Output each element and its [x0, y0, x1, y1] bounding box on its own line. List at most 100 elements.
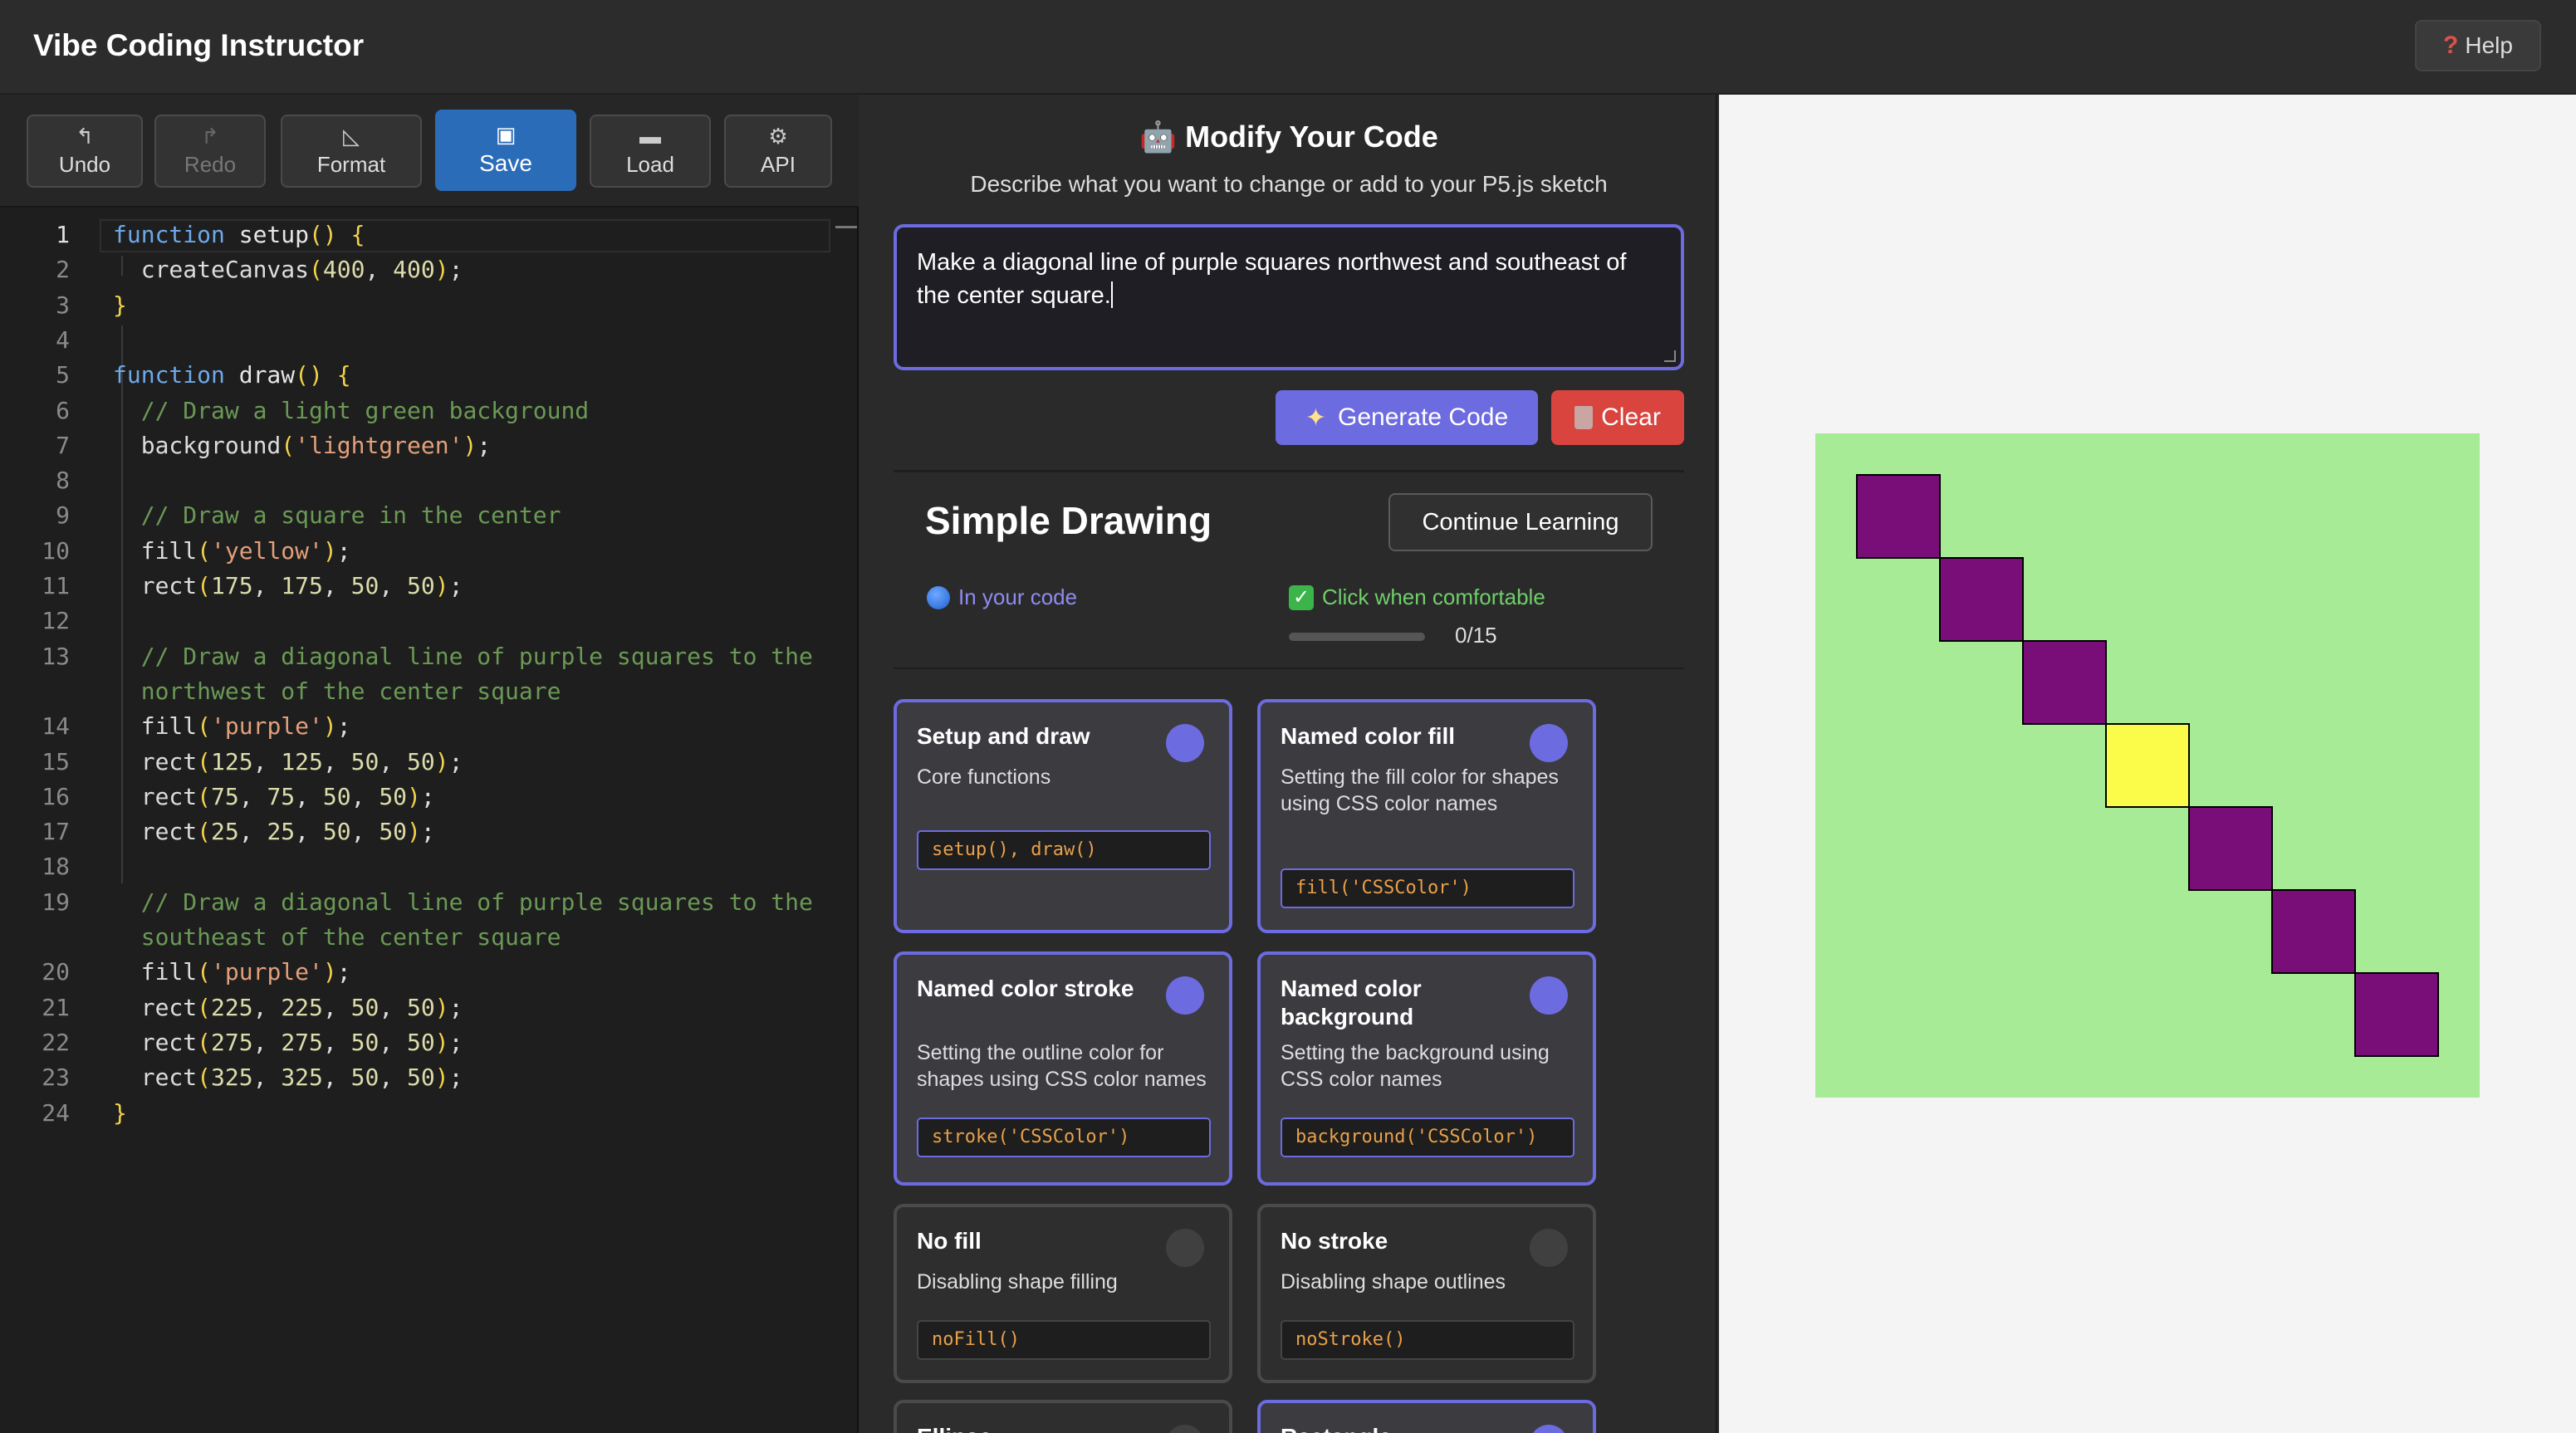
concept-card-description: Disabling shape outlines	[1281, 1270, 1506, 1294]
legend-in-code-label: In your code	[958, 584, 1078, 609]
comfort-toggle[interactable]	[1166, 1425, 1204, 1433]
concept-card-title: No stroke	[1281, 1228, 1388, 1254]
concept-card[interactable]: Rectangle	[1257, 1400, 1596, 1433]
help-button[interactable]: ? Help	[2415, 20, 2541, 71]
code-line: function setup() {	[113, 221, 365, 248]
code-line: // Draw a square in the center	[140, 501, 561, 530]
concept-card-description: Disabling shape filling	[917, 1270, 1118, 1294]
line-number: 20	[42, 958, 70, 986]
concept-card-code: stroke('CSSColor')	[917, 1118, 1211, 1157]
code-editor-pane: ↰ Undo ↱ Redo ◺ Format ▣ Save ▬ Load ⚙ A…	[0, 95, 859, 1433]
concept-card[interactable]: Named color stroke Setting the outline co…	[894, 951, 1232, 1186]
concept-card-code: fill('CSSColor')	[1281, 868, 1574, 908]
canvas-square	[1856, 474, 1941, 559]
modify-title-text: Modify Your Code	[1185, 120, 1438, 154]
line-number: 8	[56, 467, 70, 495]
line-number: 5	[56, 361, 70, 389]
code-line: fill('purple');	[113, 712, 351, 741]
code-line: // Draw a light green background	[140, 396, 590, 424]
blue-circle-icon	[927, 585, 950, 609]
canvas-square	[2354, 972, 2439, 1057]
concept-card[interactable]: Ellipse	[894, 1400, 1232, 1433]
concept-card-code: background('CSSColor')	[1281, 1118, 1574, 1157]
p5-canvas[interactable]	[1815, 433, 2480, 1098]
concept-card-description: Core functions	[917, 765, 1051, 789]
section-divider	[894, 470, 1684, 472]
generate-code-button[interactable]: ✦ Generate Code	[1276, 390, 1538, 445]
concept-card[interactable]: No fill Disabling shape filling noFill()	[894, 1204, 1232, 1383]
redo-label: Redo	[184, 151, 237, 177]
comfort-toggle[interactable]	[1166, 1229, 1204, 1267]
legend-comfortable: ✓ Click when comfortable	[1289, 584, 1545, 610]
code-area[interactable]: 1 2 3 4 5 6 7 8 9 10 11 12 13 14 15 16 17 18 19 20 21 22 23 24 …	[0, 209, 859, 1433]
undo-icon: ↰	[76, 123, 94, 149]
legend-in-code: In your code	[927, 584, 1077, 610]
code-line: rect(275, 275, 50, 50);	[113, 1028, 463, 1056]
line-number: 4	[56, 325, 70, 354]
concept-card-code: noFill()	[917, 1320, 1211, 1360]
resize-handle[interactable]	[1664, 350, 1676, 362]
lesson-title: Simple Drawing	[925, 499, 1212, 542]
undo-label: Undo	[58, 151, 111, 177]
trash-icon	[1574, 406, 1594, 429]
concept-card[interactable]: Setup and draw Core functions setup(), dra…	[894, 699, 1232, 933]
code-line: fill('purple');	[113, 958, 351, 986]
folder-icon: ▬	[639, 123, 661, 149]
code-line: rect(125, 125, 50, 50);	[113, 747, 463, 775]
line-number: 1	[56, 221, 70, 248]
modify-subtitle: Describe what you want to change or add …	[970, 171, 1608, 197]
code-line: // Draw a diagonal line of purple square…	[140, 642, 813, 670]
concept-card-description: Setting the outline color for shapes usi…	[917, 1041, 1207, 1091]
concept-cards: Rectangle Ellipse No stroke Disabling shape…	[894, 668, 1684, 1433]
assistant-pane: 🤖 Modify Your Code Describe what you wan…	[860, 95, 1717, 1433]
line-number: 7	[56, 431, 70, 459]
redo-icon: ↱	[201, 123, 219, 149]
legend-comfortable-label: Click when comfortable	[1322, 584, 1545, 609]
concept-card-title: Named color stroke	[917, 976, 1134, 1001]
code-line: rect(25, 25, 50, 50);	[113, 818, 435, 846]
concept-card[interactable]: Named color background Setting the backgr…	[1257, 951, 1596, 1186]
code-line: southeast of the center square	[140, 923, 561, 951]
comfort-toggle[interactable]	[1530, 1229, 1568, 1267]
line-number: 24	[42, 1098, 70, 1127]
comfort-toggle[interactable]	[1530, 976, 1568, 1015]
canvas-square	[1939, 557, 2024, 642]
continue-learning-button[interactable]: Continue Learning	[1388, 493, 1653, 551]
line-number: 10	[42, 536, 70, 565]
concept-card[interactable]: No stroke Disabling shape outlines noStrok…	[1257, 1204, 1596, 1383]
code-line: rect(225, 225, 50, 50);	[113, 993, 463, 1021]
concept-card-description: Setting the fill color for shapes using …	[1281, 765, 1559, 815]
canvas-square	[2188, 806, 2273, 891]
comfort-toggle[interactable]	[1166, 724, 1204, 762]
undo-button[interactable]: ↰ Undo	[27, 115, 143, 188]
canvas-square	[2105, 723, 2190, 808]
line-number: 17	[42, 818, 70, 846]
triangle-ruler-icon: ◺	[343, 123, 360, 149]
load-button[interactable]: ▬ Load	[590, 115, 711, 188]
api-label: API	[761, 151, 796, 177]
line-number: 19	[42, 888, 70, 916]
code-line: // Draw a diagonal line of purple square…	[140, 888, 813, 916]
concept-card-title: Ellipse	[917, 1423, 1166, 1433]
text-caret	[1110, 281, 1113, 308]
concept-card-description: Setting the background using CSS color n…	[1281, 1041, 1550, 1091]
concept-card-title: Setup and draw	[917, 723, 1090, 749]
clear-button[interactable]: Clear	[1551, 390, 1684, 445]
line-number: 13	[42, 642, 70, 670]
format-button[interactable]: ◺ Format	[281, 115, 422, 188]
redo-button[interactable]: ↱ Redo	[154, 115, 266, 188]
api-button[interactable]: ⚙ API	[724, 115, 832, 188]
comfort-toggle[interactable]	[1530, 1425, 1568, 1433]
comfort-toggle[interactable]	[1530, 724, 1568, 762]
app-header: Vibe Coding Instructor ? Help	[0, 0, 2576, 95]
check-mark-icon: ✓	[1289, 584, 1314, 610]
comfort-toggle[interactable]	[1166, 976, 1204, 1015]
prompt-input[interactable]: Make a diagonal line of purple squares n…	[894, 224, 1684, 370]
line-number: 21	[42, 993, 70, 1021]
code-line: }	[113, 1098, 127, 1127]
save-button[interactable]: ▣ Save	[435, 110, 576, 191]
canvas-square	[2271, 889, 2356, 974]
floppy-disk-icon: ▣	[495, 122, 517, 147]
line-number: 16	[42, 782, 70, 810]
concept-card[interactable]: Named color fill Setting the fill color f…	[1257, 699, 1596, 933]
